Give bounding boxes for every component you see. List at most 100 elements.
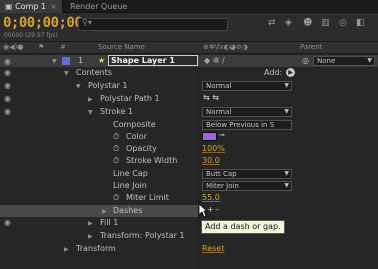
line-join-row[interactable]: Line Join Miter Join ▼ xyxy=(0,180,378,192)
close-icon[interactable]: × xyxy=(50,0,57,13)
line-join-dropdown[interactable]: Miter Join ▼ xyxy=(202,181,292,191)
tab-comp-1-label: Comp 1 xyxy=(15,2,47,11)
add-menu-icon[interactable]: ▶ xyxy=(286,68,295,77)
stroke-blend-value: Normal xyxy=(206,108,232,116)
contents-row[interactable]: ◉ ▼ Contents Add: ▶ xyxy=(0,67,378,79)
blend-mode-dropdown[interactable]: Normal ▼ xyxy=(202,81,292,91)
polystar-path-row[interactable]: ◉ ▶ Polystar Path 1 ⇆ ⇆ xyxy=(0,93,378,105)
twirl-open-icon[interactable]: ▼ xyxy=(52,58,57,65)
label-header-icon: ⚑ xyxy=(38,43,45,51)
reset-link[interactable]: Reset xyxy=(202,244,224,253)
parent-header[interactable]: Parent xyxy=(300,43,322,51)
motion-blur-icon[interactable]: ◎ xyxy=(339,18,347,28)
line-cap-dropdown[interactable]: Butt Cap ▼ xyxy=(202,169,292,179)
twirl-closed-icon[interactable]: ▶ xyxy=(88,96,93,103)
layer-number-header: # xyxy=(60,43,66,51)
column-header: ◉◀)● ⚑ # Source Name ⊕✻\fx◐◕⊘◑ Parent xyxy=(0,41,378,54)
dashes-row[interactable]: ▶ Dashes xyxy=(0,205,198,217)
polystar-label: Polystar 1 xyxy=(88,81,128,90)
tab-render-queue-label: Render Queue xyxy=(70,2,128,11)
tab-render-queue[interactable]: Render Queue xyxy=(65,0,132,13)
line-cap-label: Line Cap xyxy=(113,169,148,178)
stopwatch-icon[interactable]: ⏱ xyxy=(113,193,119,203)
line-join-label: Line Join xyxy=(113,181,147,190)
remove-dash-button[interactable]: – xyxy=(215,205,219,214)
line-cap-row[interactable]: Line Cap Butt Cap ▼ xyxy=(0,168,378,180)
twirl-closed-icon[interactable]: ▶ xyxy=(64,246,69,253)
layer-number: 1 xyxy=(78,56,84,65)
chevron-down-icon: ▼ xyxy=(284,182,289,189)
polystar-row[interactable]: ◉ ▼ Polystar 1 Normal ▼ xyxy=(0,80,378,92)
parent-dropdown-value: None xyxy=(317,57,336,65)
twirl-open-icon[interactable]: ▼ xyxy=(88,109,93,116)
contents-label: Contents xyxy=(76,68,112,77)
layer-row[interactable]: ◉ ▼ 1 ★ Shape Layer 1 ◆ ✻ / ◎ None ▼ xyxy=(0,55,378,67)
color-row[interactable]: ⏱ Color ⊸ xyxy=(0,131,378,143)
twirl-closed-icon[interactable]: ▶ xyxy=(102,208,107,215)
layer-switches[interactable]: ◆ ✻ / xyxy=(204,56,225,65)
tab-comp-1[interactable]: ▣ Comp 1 × xyxy=(0,0,63,13)
color-label: Color xyxy=(126,132,147,141)
composite-dropdown[interactable]: Below Previous in S xyxy=(202,120,292,130)
eye-icon[interactable]: ◉ xyxy=(4,68,11,77)
line-join-value: Miter Join xyxy=(206,182,239,190)
parent-dropdown[interactable]: None ▼ xyxy=(313,56,375,66)
stroke-width-row[interactable]: ⏱ Stroke Width 30.0 xyxy=(0,155,378,167)
opacity-row[interactable]: ⏱ Opacity 100% xyxy=(0,143,378,155)
color-swatch[interactable] xyxy=(202,132,217,141)
stroke-width-label: Stroke Width xyxy=(126,156,178,165)
eye-icon[interactable]: ◉ xyxy=(4,81,11,90)
transform-row[interactable]: ▶ Transform Reset xyxy=(0,243,378,255)
stroke-row[interactable]: ◉ ▼ Stroke 1 Normal ▼ xyxy=(0,106,378,118)
twirl-open-icon[interactable]: ▼ xyxy=(64,70,69,77)
stroke-blend-dropdown[interactable]: Normal ▼ xyxy=(202,107,292,117)
switches-header-icons: ⊕✻\fx◐◕⊘◑ xyxy=(203,43,248,51)
graph-editor-icon[interactable]: ◧ xyxy=(356,18,365,28)
shape-layer-icon: ★ xyxy=(98,56,106,65)
chevron-down-icon: ▼ xyxy=(284,108,289,115)
layer-name: Shape Layer 1 xyxy=(111,56,175,65)
shy-icon[interactable]: ☻ xyxy=(303,18,312,28)
add-label: Add: xyxy=(264,68,283,77)
current-time-display[interactable]: 0;00;00;00 xyxy=(3,15,83,31)
fill-label: Fill 1 xyxy=(100,218,119,227)
eyedropper-icon[interactable]: ⊸ xyxy=(219,131,225,139)
composite-label: Composite xyxy=(113,120,156,129)
source-name-header[interactable]: Source Name xyxy=(98,43,145,51)
path-direction-icon[interactable]: ⇆ ⇆ xyxy=(203,93,219,102)
search-input[interactable] xyxy=(78,18,228,31)
fill-row[interactable]: ◉ ▶ Fill 1 xyxy=(0,217,198,229)
miter-limit-label: Miter Limit xyxy=(126,193,169,202)
composite-row[interactable]: Composite Below Previous in S xyxy=(0,119,378,131)
parent-pickwhip-icon[interactable]: ◎ xyxy=(302,56,309,65)
eye-icon[interactable]: ◉ xyxy=(4,107,11,116)
miter-limit-value[interactable]: 55.0 xyxy=(202,193,220,202)
eye-icon[interactable]: ◉ xyxy=(4,94,11,103)
twirl-closed-icon[interactable]: ▶ xyxy=(88,220,93,227)
chevron-down-icon: ▼ xyxy=(367,57,372,64)
frame-blending-icon[interactable]: ▥ xyxy=(321,18,330,28)
tooltip: Add a dash or gap. xyxy=(201,220,285,234)
composite-value: Below Previous in S xyxy=(206,121,275,129)
stroke-width-value[interactable]: 30.0 xyxy=(202,156,220,165)
eye-icon[interactable]: ◉ xyxy=(4,57,11,66)
stopwatch-icon[interactable]: ⏱ xyxy=(113,132,119,142)
twirl-open-icon[interactable]: ▼ xyxy=(76,83,81,90)
mouse-cursor-icon xyxy=(199,204,207,218)
miter-limit-row[interactable]: ⏱ Miter Limit 55.0 xyxy=(0,192,378,204)
add-dash-button[interactable]: + xyxy=(207,205,214,214)
stopwatch-icon[interactable]: ⏱ xyxy=(113,156,119,166)
search-icon: ⚲▾ xyxy=(82,18,92,27)
comp-mini-flowchart-icon[interactable]: ⇄ xyxy=(268,18,276,28)
label-color-swatch[interactable] xyxy=(62,57,70,65)
stopwatch-icon[interactable]: ⏱ xyxy=(113,144,119,154)
av-features-icons: ◉◀)● xyxy=(3,43,24,51)
draft-3d-icon[interactable]: ◈ xyxy=(285,18,292,28)
stroke-label: Stroke 1 xyxy=(100,107,134,116)
eye-icon[interactable]: ◉ xyxy=(4,218,11,227)
transform-polystar-row[interactable]: ▶ Transform: Polystar 1 xyxy=(0,230,378,242)
opacity-value[interactable]: 100% xyxy=(202,144,225,153)
polystar-path-label: Polystar Path 1 xyxy=(100,94,160,103)
transform-label: Transform xyxy=(76,244,116,253)
twirl-closed-icon[interactable]: ▶ xyxy=(88,233,93,240)
